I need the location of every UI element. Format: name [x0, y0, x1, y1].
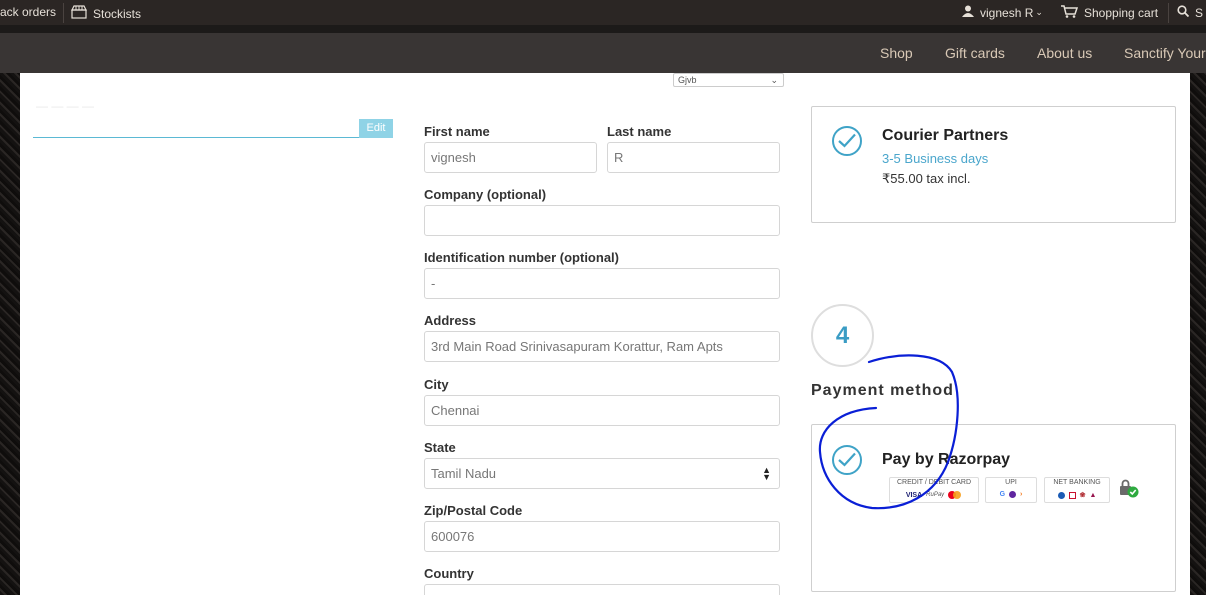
address-select[interactable]: Gjvb ⌄ [673, 73, 784, 87]
payment-option-card[interactable]: Pay by Razorpay CREDIT / DEBIT CARD VISA… [811, 424, 1176, 592]
netbanking-badge-group: NET BANKING ❀ ▲ [1044, 477, 1110, 503]
main-nav: Shop Gift cards About us Sanctify Your [0, 33, 1206, 73]
mastercard-icon [948, 491, 962, 499]
account-dropdown[interactable]: vignesh R ⌄ [962, 5, 1043, 20]
country-select[interactable] [424, 584, 780, 595]
address-select-value: Gjvb [678, 75, 697, 85]
visa-logo: VISA [905, 491, 923, 499]
checkout-panel: — — — — Edit Gjvb ⌄ First name Last name… [20, 73, 1190, 595]
user-icon [962, 5, 974, 20]
payment-option-name: Pay by Razorpay [882, 451, 1011, 468]
nav-sanctify[interactable]: Sanctify Your [1124, 45, 1206, 61]
last-name-label: Last name [607, 124, 672, 139]
address-label: Address [424, 313, 477, 328]
nav-shop[interactable]: Shop [880, 45, 913, 61]
google-pay-icon: G [999, 491, 1006, 498]
top-bar: ack orders Stockists vignesh R ⌄ Shoppin… [0, 0, 1206, 25]
city-field[interactable]: Chennai [424, 395, 780, 426]
bhim-icon: › [1020, 491, 1023, 498]
shipping-delay: 3-5 Business days [882, 151, 989, 166]
check-circle-icon [832, 126, 862, 156]
store-icon [71, 5, 87, 22]
divider [1168, 3, 1169, 23]
divider [63, 3, 64, 23]
payment-method-heading: Payment method [811, 382, 954, 399]
state-label: State [424, 440, 456, 455]
faded-section-title: — — — — [36, 99, 95, 113]
identification-label: Identification number (optional) [424, 250, 619, 265]
card-badge-group: CREDIT / DEBIT CARD VISA RuPay [889, 477, 979, 503]
sbi-icon [1057, 491, 1065, 499]
stockists-label: Stockists [93, 6, 142, 21]
chevron-down-icon: ⌄ [770, 75, 778, 85]
search-link[interactable]: S [1177, 5, 1203, 20]
first-name-label: First name [424, 124, 490, 139]
shipping-carrier-name: Courier Partners [882, 127, 1009, 144]
zip-field[interactable]: 600076 [424, 521, 780, 552]
search-label: S [1195, 5, 1204, 20]
upi-badge-group: UPI G › [985, 477, 1037, 503]
identification-field[interactable]: - [424, 268, 780, 299]
stockists-link[interactable]: Stockists [71, 5, 141, 22]
sort-arrows-icon: ▲ ▼ [762, 465, 771, 482]
secure-lock-icon [1118, 479, 1142, 504]
city-label: City [424, 377, 449, 392]
shopping-cart-link[interactable]: Shopping cart [1061, 5, 1158, 21]
edit-button[interactable]: Edit [359, 119, 393, 138]
netbanking-caption: NET BANKING [1053, 479, 1101, 486]
chevron-down-icon: ⌄ [1035, 7, 1043, 17]
icici-icon: ❀ [1079, 492, 1086, 499]
shipping-option-card[interactable]: Courier Partners 3-5 Business days ₹55.0… [811, 106, 1176, 223]
address-field[interactable]: 3rd Main Road Srinivasapuram Korattur, R… [424, 331, 780, 362]
zip-label: Zip/Postal Code [424, 503, 523, 518]
background-texture [1190, 73, 1206, 595]
background-texture [0, 73, 20, 595]
track-orders-label: ack orders [0, 5, 57, 19]
track-orders-link[interactable]: ack orders [0, 5, 56, 19]
last-name-field[interactable]: R [607, 142, 780, 173]
search-icon [1177, 5, 1190, 20]
cart-icon [1061, 5, 1079, 21]
shipping-price: ₹55.00 tax incl. [882, 171, 971, 186]
step-number-badge: 4 [811, 304, 874, 367]
account-name: vignesh R [980, 5, 1034, 20]
card-caption: CREDIT / DEBIT CARD [896, 479, 972, 486]
company-field[interactable] [424, 205, 780, 236]
check-circle-icon [832, 445, 862, 475]
state-select[interactable]: Tamil Nadu ▲ ▼ [424, 458, 780, 489]
summary-underline [33, 137, 393, 138]
upi-caption: UPI [1005, 479, 1017, 486]
first-name-field[interactable]: vignesh [424, 142, 597, 173]
nav-gift-cards[interactable]: Gift cards [945, 45, 1005, 61]
hdfc-icon [1068, 491, 1076, 499]
axis-icon: ▲ [1089, 491, 1097, 499]
rupay-logo: RuPay [926, 492, 945, 498]
shopping-cart-label: Shopping cart [1084, 6, 1159, 20]
nav-about-us[interactable]: About us [1037, 45, 1092, 61]
country-label: Country [424, 566, 474, 581]
company-label: Company (optional) [424, 187, 547, 202]
state-select-value: Tamil Nadu [431, 466, 497, 481]
phonepe-icon [1009, 491, 1017, 498]
